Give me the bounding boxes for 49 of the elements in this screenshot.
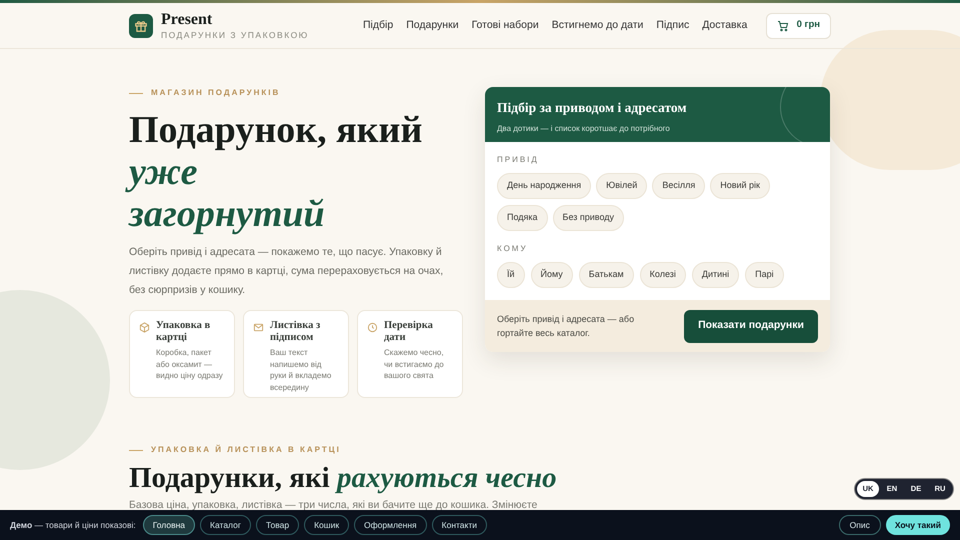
demo-page-link[interactable]: Каталог	[200, 515, 251, 535]
logo-subtitle: ПОДАРУНКИ З УПАКОВКОЮ	[161, 30, 309, 40]
feature-text: Ваш текст напишемо від руки й вкладемо всередину	[270, 347, 332, 393]
cta-button[interactable]: Хочу такий	[886, 515, 950, 535]
filter-chip[interactable]: Подяка	[497, 205, 548, 231]
filter-chip[interactable]: Парі	[745, 262, 784, 288]
feature-title: Листівка з підписом	[270, 320, 322, 344]
hero-title: Подарунок, який	[129, 109, 424, 151]
section-description: Базова ціна, упаковка, листівка — три числа, які ви бачите ще до кошика. Змінюєте	[129, 498, 538, 513]
filter-chip[interactable]: Йому	[530, 262, 573, 288]
nav-link[interactable]: Підбір	[363, 18, 394, 34]
hero-description: Оберіть привід і адресата — покажемо те, що пасує. Упаковку й листівку додаєте прямо в картці, сума перераховується на очах, без сюрпризів у кошику.	[129, 245, 444, 298]
feature-title: Упаковка в картці	[156, 320, 212, 344]
nav-link[interactable]: Підпис	[656, 18, 690, 34]
demo-page-link[interactable]: Кошик	[304, 515, 350, 535]
nav-link[interactable]: Встигнемо до дати	[552, 18, 644, 34]
demo-page-link[interactable]: Оформлення	[354, 515, 427, 535]
feature-text: Коробка, пакет або оксамит — видно ціну одразу	[156, 347, 224, 382]
filter-chip[interactable]: Без приводу	[552, 205, 624, 231]
section-label: ПРИВІД	[497, 154, 540, 166]
show-gifts-button[interactable]: Показати подарунки	[684, 310, 818, 342]
nav-link[interactable]: Готові набори	[472, 18, 539, 34]
filter-chip[interactable]: Новий рік	[710, 173, 770, 199]
hero-title-accent: загорнутий	[129, 193, 326, 235]
filter-chip[interactable]: Весілля	[652, 173, 706, 199]
demo-page-link[interactable]: Головна	[142, 515, 196, 535]
feature-title: Перевірка дати	[384, 320, 434, 344]
filter-chip[interactable]: День народження	[497, 173, 592, 199]
section-title: Подарунки, які рахуються чесно	[129, 462, 558, 494]
nav-link[interactable]: Подарунки	[406, 18, 459, 34]
feature-text: Скажемо чесно, чи встигаємо до вашого свята	[384, 347, 445, 382]
section-label: КОМУ	[497, 243, 529, 255]
filter-chip[interactable]: Ювілей	[596, 173, 648, 199]
picker-title: Підбір за приводом і адресатом	[497, 99, 688, 117]
eyebrow-text: УПАКОВКА Й ЛИСТІВКА В КАРТЦІ	[151, 444, 341, 456]
hint-text: Оберіть привід і адресата — або гортайте весь каталог.	[497, 313, 636, 340]
logo-title[interactable]: Present	[161, 12, 309, 28]
filter-chip[interactable]: Їй	[497, 262, 525, 288]
filter-chip[interactable]: Батькам	[578, 262, 634, 288]
demo-page-link[interactable]: Контакти	[432, 515, 487, 535]
cart-button[interactable]: 0 грн	[766, 12, 831, 38]
demo-label: Демо — товари й ціни показові:	[10, 518, 136, 532]
about-button[interactable]: Опис	[838, 515, 881, 535]
filter-chip[interactable]: Колезі	[640, 262, 686, 288]
demo-page-link[interactable]: Товар	[256, 515, 300, 535]
picker-subtitle: Два дотики — і список коротшає до потрібного	[497, 123, 671, 136]
nav-link[interactable]: Доставка	[702, 18, 748, 34]
filter-chip[interactable]: Дитині	[692, 262, 740, 288]
eyebrow-text: МАГАЗИН ПОДАРУНКІВ	[151, 87, 280, 99]
